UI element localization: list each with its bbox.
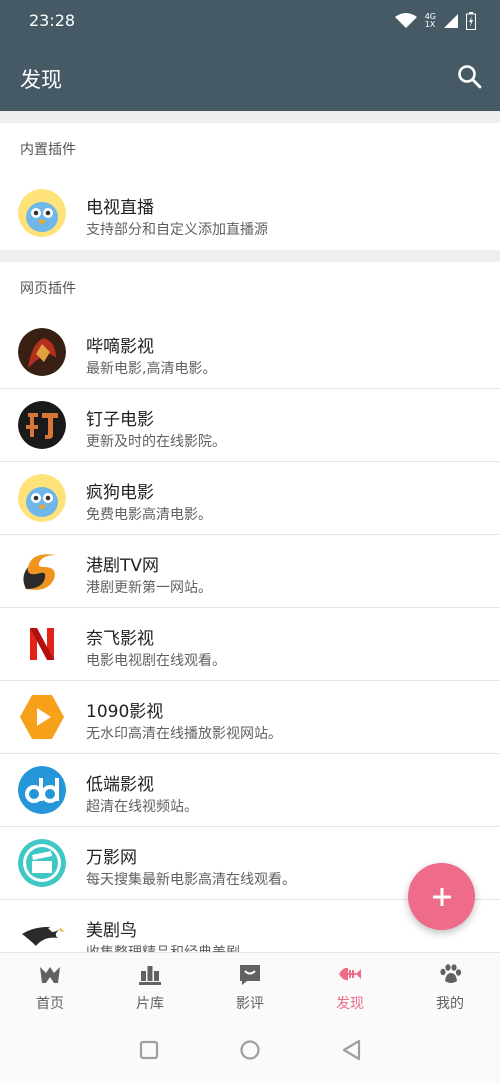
list-item[interactable]: 电视直播 支持部分和自定义添加直播源 xyxy=(0,177,500,250)
signal-icon xyxy=(444,14,458,28)
system-nav-bar xyxy=(0,1018,500,1083)
sim-label: 1X xyxy=(424,20,436,29)
nav-label: 影评 xyxy=(236,996,264,1012)
wifi-icon xyxy=(394,13,417,28)
plus-icon xyxy=(432,887,451,906)
item-title: 1090影视 xyxy=(86,702,164,722)
bird-icon xyxy=(18,474,66,522)
item-title: 哔嘀影视 xyxy=(86,337,154,357)
nav-label: 片库 xyxy=(136,996,164,1012)
ding-logo-icon xyxy=(18,401,66,449)
search-icon xyxy=(458,65,482,89)
item-title: 钉子电影 xyxy=(86,410,154,430)
item-subtitle: 支持部分和自定义添加直播源 xyxy=(86,222,268,238)
item-title: 美剧鸟 xyxy=(86,921,137,941)
item-title: 港剧TV网 xyxy=(86,556,160,576)
list-item[interactable]: 奈飞影视 电影电视剧在线观看。 xyxy=(0,608,500,681)
item-title: 万影网 xyxy=(86,848,137,868)
item-subtitle: 更新及时的在线影院。 xyxy=(86,434,226,450)
nav-item-library[interactable]: 片库 xyxy=(100,953,200,1019)
section-divider xyxy=(0,250,500,262)
item-title: 奈飞影视 xyxy=(86,629,154,649)
item-subtitle: 超清在线视频站。 xyxy=(86,799,198,815)
nav-label: 发现 xyxy=(336,996,364,1012)
netflix-logo-icon xyxy=(18,620,66,668)
list-item[interactable]: 疯狗电影 免费电影高清电影。 xyxy=(0,462,500,535)
hero-avatar-icon xyxy=(18,328,66,376)
list-item[interactable]: 低端影视 超清在线视频站。 xyxy=(0,754,500,827)
nav-item-discover[interactable]: 发现 xyxy=(300,953,400,1019)
item-title: 电视直播 xyxy=(86,198,154,218)
dd-logo-icon xyxy=(18,766,66,814)
list-item[interactable]: 哔嘀影视 最新电影,高清电影。 xyxy=(0,316,500,389)
bottom-nav: 首页 片库 影评 发现 我的 xyxy=(0,952,500,1019)
fish-icon xyxy=(339,967,361,981)
status-bar: 23:28 4G 1X xyxy=(0,0,500,44)
nav-item-home[interactable]: 首页 xyxy=(0,953,100,1019)
play-logo-icon xyxy=(18,693,66,741)
item-subtitle: 无水印高清在线播放影视网站。 xyxy=(86,726,282,742)
item-subtitle: 港剧更新第一网站。 xyxy=(86,580,212,596)
section-divider xyxy=(0,111,500,123)
library-icon xyxy=(139,966,161,985)
nav-item-profile[interactable]: 我的 xyxy=(400,953,500,1019)
item-subtitle: 免费电影高清电影。 xyxy=(86,507,212,523)
section-header-builtin: 内置插件 xyxy=(20,142,76,158)
list-item[interactable]: 1090影视 无水印高清在线播放影视网站。 xyxy=(0,681,500,754)
bird-icon xyxy=(18,189,66,237)
item-title: 疯狗电影 xyxy=(86,483,154,503)
home-button[interactable] xyxy=(238,1038,262,1062)
nav-item-review[interactable]: 影评 xyxy=(200,953,300,1019)
section-header-web: 网页插件 xyxy=(20,281,76,297)
status-time: 23:28 xyxy=(29,11,76,30)
review-icon xyxy=(240,965,260,985)
list-item[interactable]: 港剧TV网 港剧更新第一网站。 xyxy=(0,535,500,608)
nav-label: 我的 xyxy=(436,996,464,1012)
s-logo-icon xyxy=(18,547,66,595)
status-icons: 4G 1X xyxy=(394,12,476,30)
paw-icon xyxy=(440,964,462,983)
list-item[interactable]: 钉子电影 更新及时的在线影院。 xyxy=(0,389,500,462)
home-icon xyxy=(40,967,60,983)
add-plugin-button[interactable] xyxy=(408,863,475,930)
item-subtitle: 每天搜集最新电影高清在线观看。 xyxy=(86,872,296,888)
back-button[interactable] xyxy=(340,1038,364,1062)
recents-button[interactable] xyxy=(137,1038,161,1062)
nav-label: 首页 xyxy=(36,996,64,1012)
plugin-list: 内置插件 电视直播 支持部分和自定义添加直播源 网页插件 哔嘀影视 最新电影,高… xyxy=(0,111,500,961)
battery-icon xyxy=(466,12,476,30)
app-bar: 发现 xyxy=(0,44,500,111)
search-button[interactable] xyxy=(456,63,484,91)
item-subtitle: 电影电视剧在线观看。 xyxy=(86,653,226,669)
item-subtitle: 最新电影,高清电影。 xyxy=(86,361,217,377)
page-title: 发现 xyxy=(20,68,62,92)
clapper-logo-icon xyxy=(18,839,66,887)
item-title: 低端影视 xyxy=(86,775,154,795)
network-indicator: 4G 1X xyxy=(425,13,436,29)
